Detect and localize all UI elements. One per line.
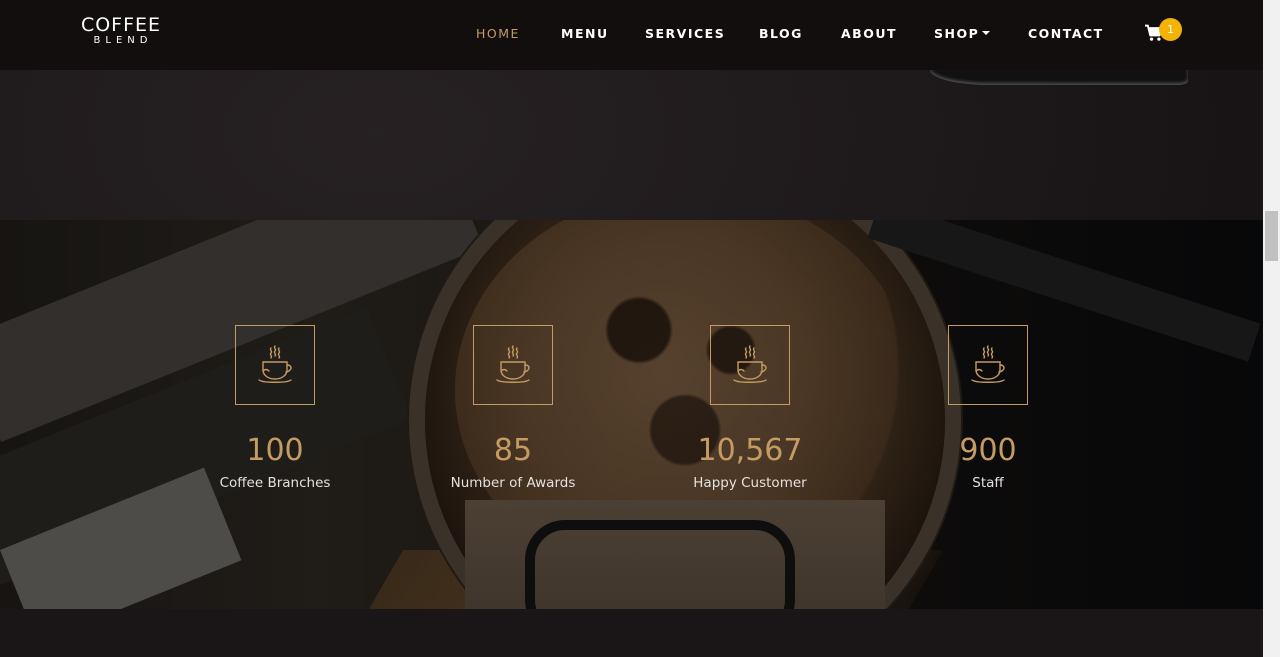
scrollbar-thumb[interactable] — [1265, 211, 1278, 261]
cart-count-badge: 1 — [1159, 18, 1182, 41]
coffee-cup-icon — [496, 345, 530, 383]
scrollbar[interactable] — [1263, 0, 1280, 657]
counter-label: Coffee Branches — [219, 475, 331, 491]
cart-button[interactable]: 1 — [1144, 18, 1184, 46]
nav-item-contact[interactable]: CONTACT — [1028, 26, 1104, 41]
nav-item-blog[interactable]: BLOG — [759, 26, 803, 41]
coffee-cup-icon — [733, 345, 767, 383]
chevron-down-icon — [982, 30, 991, 35]
counter-number: 900 — [959, 433, 1017, 468]
counter-awards: 85 Number of Awards — [393, 325, 633, 493]
coffee-cup-icon — [971, 345, 1005, 383]
nav-item-about[interactable]: ABOUT — [841, 26, 897, 41]
nav-item-shop[interactable]: SHOP — [934, 26, 991, 41]
counter-number: 100 — [246, 433, 304, 468]
partial-image — [930, 70, 1188, 85]
counter-number: 10,567 — [697, 433, 803, 468]
nav-menu: HOME MENU SERVICES BLOG ABOUT SHOP CONTA… — [0, 26, 1263, 42]
nav-item-services[interactable]: SERVICES — [645, 26, 725, 41]
next-section — [0, 609, 1263, 657]
counter-coffee-branches: 100 Coffee Branches — [155, 325, 395, 493]
counter-number: 85 — [493, 433, 533, 468]
navbar: COFFEE BLEND HOME MENU SERVICES BLOG ABO… — [0, 0, 1263, 70]
counter-label: Staff — [972, 475, 1004, 491]
coffee-cup-icon — [258, 345, 292, 383]
counter-icon-box — [948, 325, 1028, 405]
counter-icon-box — [710, 325, 790, 405]
counter-label: Happy Customer — [693, 475, 807, 491]
counter-label: Number of Awards — [450, 475, 576, 491]
counter-section: 100 Coffee Branches 85 Number of Awards — [0, 220, 1263, 609]
nav-item-home[interactable]: HOME — [476, 26, 520, 41]
counter-icon-box — [235, 325, 315, 405]
counter-icon-box — [473, 325, 553, 405]
counter-staff: 900 Staff — [868, 325, 1108, 493]
counter-happy-customer: 10,567 Happy Customer — [630, 325, 870, 493]
nav-item-menu[interactable]: MENU — [561, 26, 609, 41]
nav-item-shop-label: SHOP — [934, 26, 980, 41]
